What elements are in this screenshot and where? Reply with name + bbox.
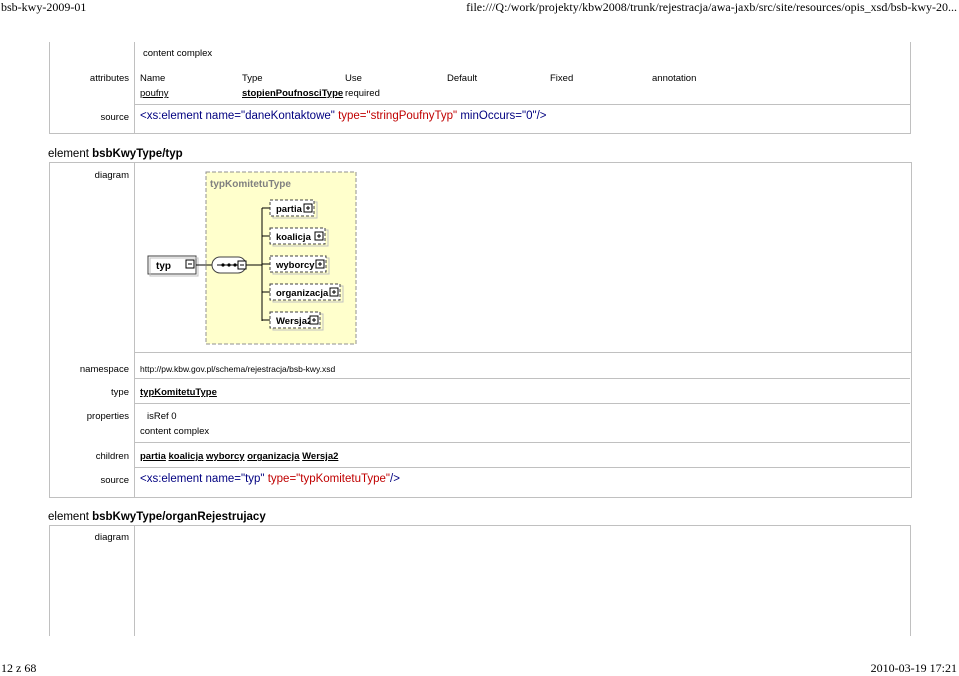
source-attr-name: name="typ" [205,473,268,485]
page-footer-pagenum: 12 z 68 [1,661,37,675]
property-content: content complex [140,426,210,437]
child-link-koalicja[interactable]: koalicja [169,451,204,462]
child-link-wersja2[interactable]: Wersja2 [302,451,338,462]
table-border-right [910,525,911,636]
child-node-label: wyborcy [275,260,315,271]
child-link-organizacja[interactable]: organizacja [247,451,299,462]
namespace-value: http://pw.kbw.gov.pl/schema/rejestracja/… [140,364,336,374]
child-node-label: partia [276,204,303,215]
row-divider [134,442,910,443]
type-label: type [111,387,129,398]
child-link-partia[interactable]: partia [140,451,166,462]
child-node-koalicja: koalicja [262,227,329,247]
source-tag-open: <xs:element [140,473,206,485]
section-title-name: bsbKwyType/organRejestrujacy [92,511,266,523]
diagram-cell-top [134,525,910,526]
type-link[interactable]: typKomitetuType [140,387,217,398]
child-node-label: organizacja [276,288,329,299]
child-node-organizacja: organizacja [262,283,344,303]
row-divider [134,378,910,379]
row-divider [134,403,910,404]
namespace-label: namespace [79,364,129,375]
complex-type-label: typKomitetuType [210,179,291,190]
child-node-label: Wersja2 [276,316,312,327]
children-label: children [95,451,129,462]
child-link-wyborcy[interactable]: wyborcy [206,451,245,462]
page-footer-date: 2010-03-19 17:21 [870,661,957,675]
property-isref: isRef 0 [147,411,177,422]
child-node-wersja2: Wersja2 [262,311,324,331]
child-node-wyborcy: wyborcy [262,255,330,275]
section-title-organ: element bsbKwyType/organRejestrujacy [48,511,266,523]
children-list: partia koalicja wyborcy organizacja Wers… [140,451,338,462]
schema-diagram: typKomitetuType typ partia koalicja wyborc… [147,171,357,345]
child-node-partia: partia [262,199,318,219]
root-element-label: typ [156,261,171,272]
child-node-label: koalicja [276,232,312,243]
diagram-label: diagram [94,532,129,543]
source-attr-type: type="typKomitetuType" [267,473,390,485]
source-code: <xs:element name="typ" type="typKomitetu… [140,473,400,485]
section-title-prefix: element [48,511,93,523]
row-divider [134,467,910,468]
source-label: source [100,475,129,486]
source-tag-close: /> [390,473,400,485]
table-border-mid [134,525,135,636]
properties-label: properties [86,411,129,422]
